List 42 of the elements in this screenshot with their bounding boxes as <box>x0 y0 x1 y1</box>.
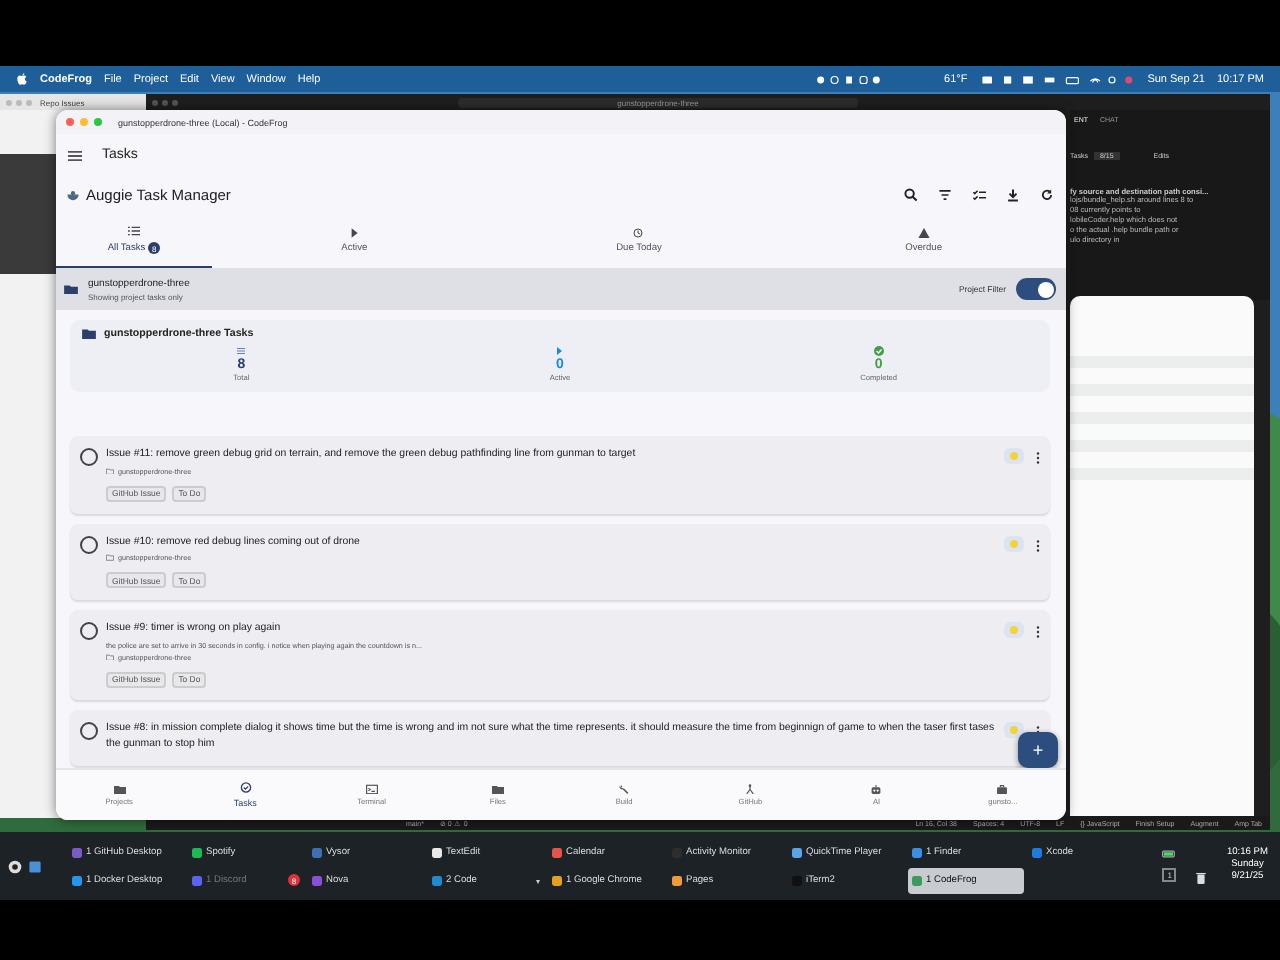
page-content <box>0 154 56 274</box>
robot-icon <box>870 783 883 795</box>
check-circle-icon <box>239 782 252 794</box>
folder-icon <box>64 283 78 295</box>
status-icons-drawing[interactable] <box>979 73 1136 85</box>
download-icon[interactable] <box>1006 188 1020 202</box>
task-checkbox[interactable] <box>80 622 98 640</box>
check-circle-icon <box>873 346 884 356</box>
play-icon <box>348 227 361 237</box>
briefcase-icon <box>996 783 1009 795</box>
task-checkbox[interactable] <box>80 535 98 553</box>
folder-icon <box>113 783 126 795</box>
terminal-icon <box>365 783 378 795</box>
play-icon <box>554 346 565 356</box>
list-icon <box>128 226 140 236</box>
trash-icon[interactable] <box>1196 872 1207 884</box>
task-checkbox[interactable] <box>80 448 98 466</box>
folder-icon <box>82 328 96 340</box>
task-card[interactable] <box>70 709 1050 765</box>
priority-icon[interactable] <box>1004 721 1024 737</box>
search-icon[interactable] <box>904 188 918 202</box>
battery-icon[interactable] <box>1162 850 1177 858</box>
project-filter-toggle[interactable] <box>1016 278 1056 300</box>
menu-icon[interactable] <box>68 149 82 161</box>
wrench-icon <box>618 783 631 795</box>
folder-icon <box>491 783 504 795</box>
refresh-icon[interactable] <box>1040 188 1054 202</box>
bowl-icon <box>66 189 80 201</box>
folder-outline-icon <box>106 467 114 475</box>
task-checkbox[interactable] <box>80 721 98 739</box>
list-icon <box>236 346 247 356</box>
window-icon[interactable] <box>28 859 42 873</box>
add-task-button[interactable]: + <box>1018 732 1058 768</box>
warning-icon <box>917 227 930 237</box>
apple-logo-icon[interactable] <box>16 72 28 86</box>
folder-outline-icon <box>106 554 114 562</box>
checklist-icon[interactable] <box>972 188 986 202</box>
clock-icon <box>632 227 645 237</box>
folder-outline-icon <box>106 653 114 661</box>
merge-icon <box>744 783 757 795</box>
filter-icon[interactable] <box>938 188 952 202</box>
launcher-icon[interactable] <box>8 859 22 873</box>
